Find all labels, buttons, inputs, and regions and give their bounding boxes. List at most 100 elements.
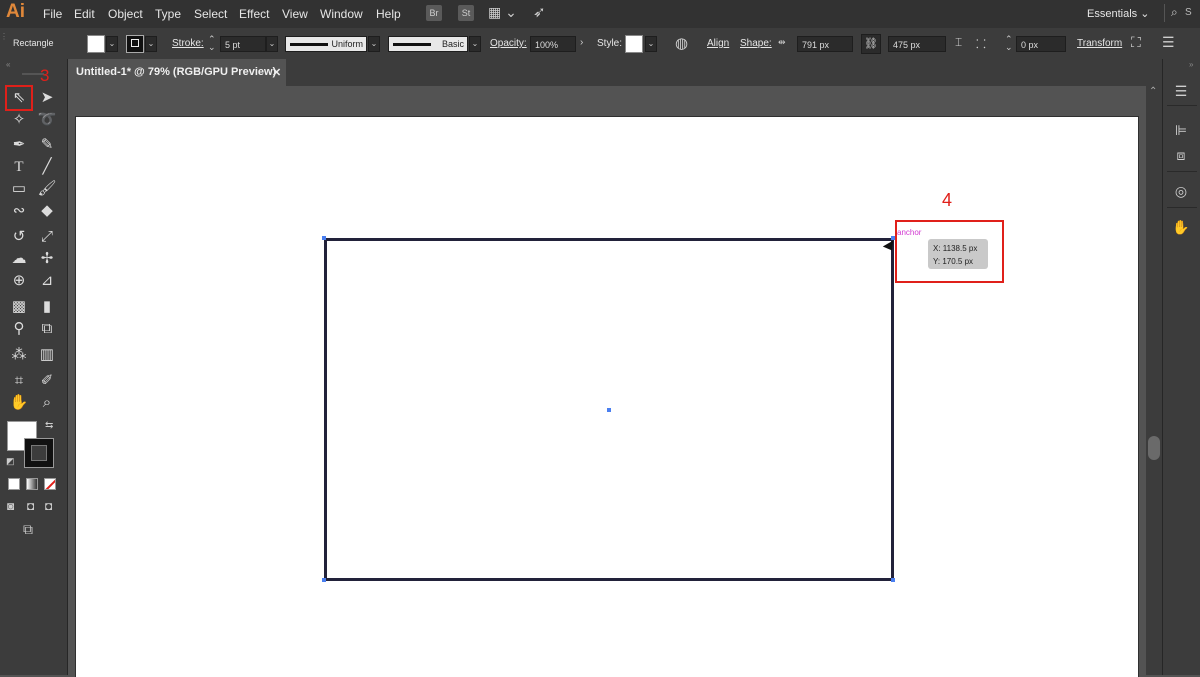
scrollbar-thumb[interactable] bbox=[1148, 436, 1160, 460]
fill-dropdown[interactable]: ⌄ bbox=[106, 36, 118, 52]
rectangle-tool-icon[interactable]: ▭ bbox=[8, 178, 30, 200]
menu-type[interactable]: Type bbox=[155, 7, 181, 21]
menu-edit[interactable]: Edit bbox=[74, 7, 95, 21]
corner-stepper-icon[interactable]: ⌃ ⌄ bbox=[1005, 35, 1013, 52]
hand-tool-icon[interactable]: ✋ bbox=[8, 392, 30, 414]
mesh-tool-icon[interactable]: ▩ bbox=[8, 296, 30, 318]
corner-handle-top-left[interactable] bbox=[322, 236, 326, 240]
color-mode-icon[interactable] bbox=[8, 478, 20, 490]
variable-width-profile[interactable]: Uniform bbox=[285, 36, 367, 52]
corner-handle-bottom-right[interactable] bbox=[891, 578, 895, 582]
object-type-label: Rectangle bbox=[13, 38, 54, 48]
pathfinder-panel-icon[interactable]: ⧈ bbox=[1170, 145, 1192, 165]
menu-effect[interactable]: Effect bbox=[239, 7, 269, 21]
stroke-weight-dropdown[interactable]: ⌄ bbox=[266, 36, 278, 52]
menu-object[interactable]: Object bbox=[108, 7, 143, 21]
default-fill-stroke-icon[interactable]: ◩ bbox=[6, 456, 15, 467]
puppet-panel-icon[interactable]: ✋ bbox=[1170, 217, 1192, 237]
paintbrush-icon[interactable]: 🖌 bbox=[36, 178, 58, 200]
eyedropper-icon[interactable]: ⚲ bbox=[8, 318, 30, 340]
opacity-label[interactable]: Opacity: bbox=[490, 38, 527, 49]
height-field[interactable]: 475 px bbox=[888, 36, 946, 52]
opacity-field[interactable]: 100% bbox=[530, 36, 576, 52]
stock-button[interactable]: St bbox=[458, 5, 474, 21]
style-dropdown[interactable]: ⌄ bbox=[645, 36, 657, 52]
menu-select[interactable]: Select bbox=[194, 7, 227, 21]
draw-behind-icon[interactable]: ◘ bbox=[27, 499, 34, 513]
shape-label[interactable]: Shape: bbox=[740, 38, 772, 49]
stroke-weight-field[interactable]: 5 pt bbox=[220, 36, 266, 52]
magic-wand-icon[interactable]: ✧ bbox=[8, 109, 30, 131]
pen-tool-icon[interactable]: ✒ bbox=[8, 134, 30, 156]
menu-help[interactable]: Help bbox=[376, 7, 401, 21]
symbol-sprayer-icon[interactable]: ⁂ bbox=[8, 344, 30, 366]
corner-radius-field[interactable]: 0 px bbox=[1016, 36, 1066, 52]
scroll-up-icon[interactable]: ⌃ bbox=[1149, 86, 1157, 97]
draw-normal-icon[interactable]: ◙ bbox=[7, 499, 14, 513]
menu-window[interactable]: Window bbox=[320, 7, 363, 21]
eraser-icon[interactable]: ◆ bbox=[36, 200, 58, 222]
column-graph-icon[interactable]: ▥ bbox=[36, 344, 58, 366]
menu-file[interactable]: File bbox=[43, 7, 62, 21]
corner-type-icon[interactable]: ⸬ bbox=[976, 35, 986, 52]
workspace-switcher[interactable]: Essentials ⌄ bbox=[1087, 7, 1149, 20]
lasso-icon[interactable]: ➰ bbox=[36, 109, 58, 131]
gpu-performance-icon[interactable]: ➶ bbox=[533, 3, 546, 21]
panel-menu-icon[interactable]: ☰ bbox=[1170, 81, 1192, 101]
puppet-warp-icon[interactable]: ✢ bbox=[36, 248, 58, 270]
menu-view[interactable]: View bbox=[282, 7, 308, 21]
type-tool-icon[interactable]: T bbox=[8, 156, 30, 178]
stroke-dropdown[interactable]: ⌄ bbox=[145, 36, 157, 52]
vertical-scrollbar[interactable]: ⌃ bbox=[1146, 86, 1162, 675]
swap-fill-stroke-icon[interactable]: ⇆ bbox=[45, 420, 53, 431]
expand-panels-icon[interactable]: » bbox=[1189, 60, 1193, 69]
perspective-grid-icon[interactable]: ⊿ bbox=[36, 270, 58, 292]
fill-color-swatch[interactable] bbox=[87, 35, 105, 53]
none-mode-icon[interactable] bbox=[44, 478, 56, 490]
scale-tool-icon[interactable]: ⤢ bbox=[36, 226, 58, 248]
center-point[interactable] bbox=[607, 408, 611, 412]
collapse-toolbar-icon[interactable]: « bbox=[6, 60, 10, 69]
line-tool-icon[interactable]: ╱ bbox=[36, 156, 58, 178]
chevron-right-icon[interactable]: › bbox=[580, 37, 583, 48]
stroke-swatch[interactable] bbox=[24, 438, 54, 468]
stroke-label[interactable]: Stroke: bbox=[172, 38, 204, 49]
graphic-style-swatch[interactable] bbox=[625, 35, 643, 53]
draw-inside-icon[interactable]: ◘ bbox=[45, 499, 52, 513]
curvature-tool-icon[interactable]: ✎ bbox=[36, 134, 58, 156]
stroke-stepper-icon[interactable]: ⌃ ⌄ bbox=[208, 35, 216, 52]
close-tab-icon[interactable]: ✕ bbox=[272, 66, 281, 79]
profile-dropdown[interactable]: ⌄ bbox=[368, 36, 380, 52]
shape-builder-icon[interactable]: ⊕ bbox=[8, 270, 30, 292]
align-panel-icon[interactable]: ⊫ bbox=[1170, 120, 1192, 140]
direct-selection-tool-icon[interactable]: ➤ bbox=[36, 87, 58, 109]
zoom-tool-icon[interactable]: ⌕ bbox=[36, 392, 58, 414]
screen-mode-icon[interactable]: ⧉ bbox=[23, 521, 33, 538]
arrange-documents-icon[interactable]: ▦ ⌄ bbox=[488, 4, 517, 21]
isolate-object-icon[interactable]: ⛶ bbox=[1131, 34, 1141, 51]
stroke-color-swatch[interactable] bbox=[126, 35, 144, 53]
link-proportions-icon[interactable]: ⛓ bbox=[861, 34, 881, 54]
search-placeholder: S bbox=[1185, 7, 1192, 18]
artboard-tool-icon[interactable]: ⌗ bbox=[8, 370, 30, 392]
brush-dropdown[interactable]: ⌄ bbox=[469, 36, 481, 52]
document-tab[interactable]: Untitled-1* @ 79% (RGB/GPU Preview) bbox=[68, 59, 286, 86]
recolor-artwork-icon[interactable]: ◍ bbox=[675, 34, 688, 52]
appearance-panel-icon[interactable]: ◎ bbox=[1170, 181, 1192, 201]
brush-definition[interactable]: Basic bbox=[388, 36, 468, 52]
shaper-tool-icon[interactable]: ∾ bbox=[8, 200, 30, 222]
gradient-tool-icon[interactable]: ▮ bbox=[36, 296, 58, 318]
slice-tool-icon[interactable]: ✐ bbox=[36, 370, 58, 392]
transform-label[interactable]: Transform bbox=[1077, 38, 1122, 49]
bridge-button[interactable]: Br bbox=[426, 5, 442, 21]
search-box[interactable]: ⌕ S bbox=[1164, 4, 1200, 22]
width-field[interactable]: 791 px bbox=[797, 36, 853, 52]
align-label[interactable]: Align bbox=[707, 38, 729, 49]
rotate-tool-icon[interactable]: ↺ bbox=[8, 226, 30, 248]
warp-tool-icon[interactable]: ☁ bbox=[8, 248, 30, 270]
gradient-mode-icon[interactable] bbox=[26, 478, 38, 490]
blend-tool-icon[interactable]: ⧉ bbox=[36, 318, 58, 340]
corner-handle-bottom-left[interactable] bbox=[322, 578, 326, 582]
panel-separator bbox=[1167, 105, 1197, 106]
control-panel-menu-icon[interactable]: ☰ bbox=[1162, 34, 1175, 51]
